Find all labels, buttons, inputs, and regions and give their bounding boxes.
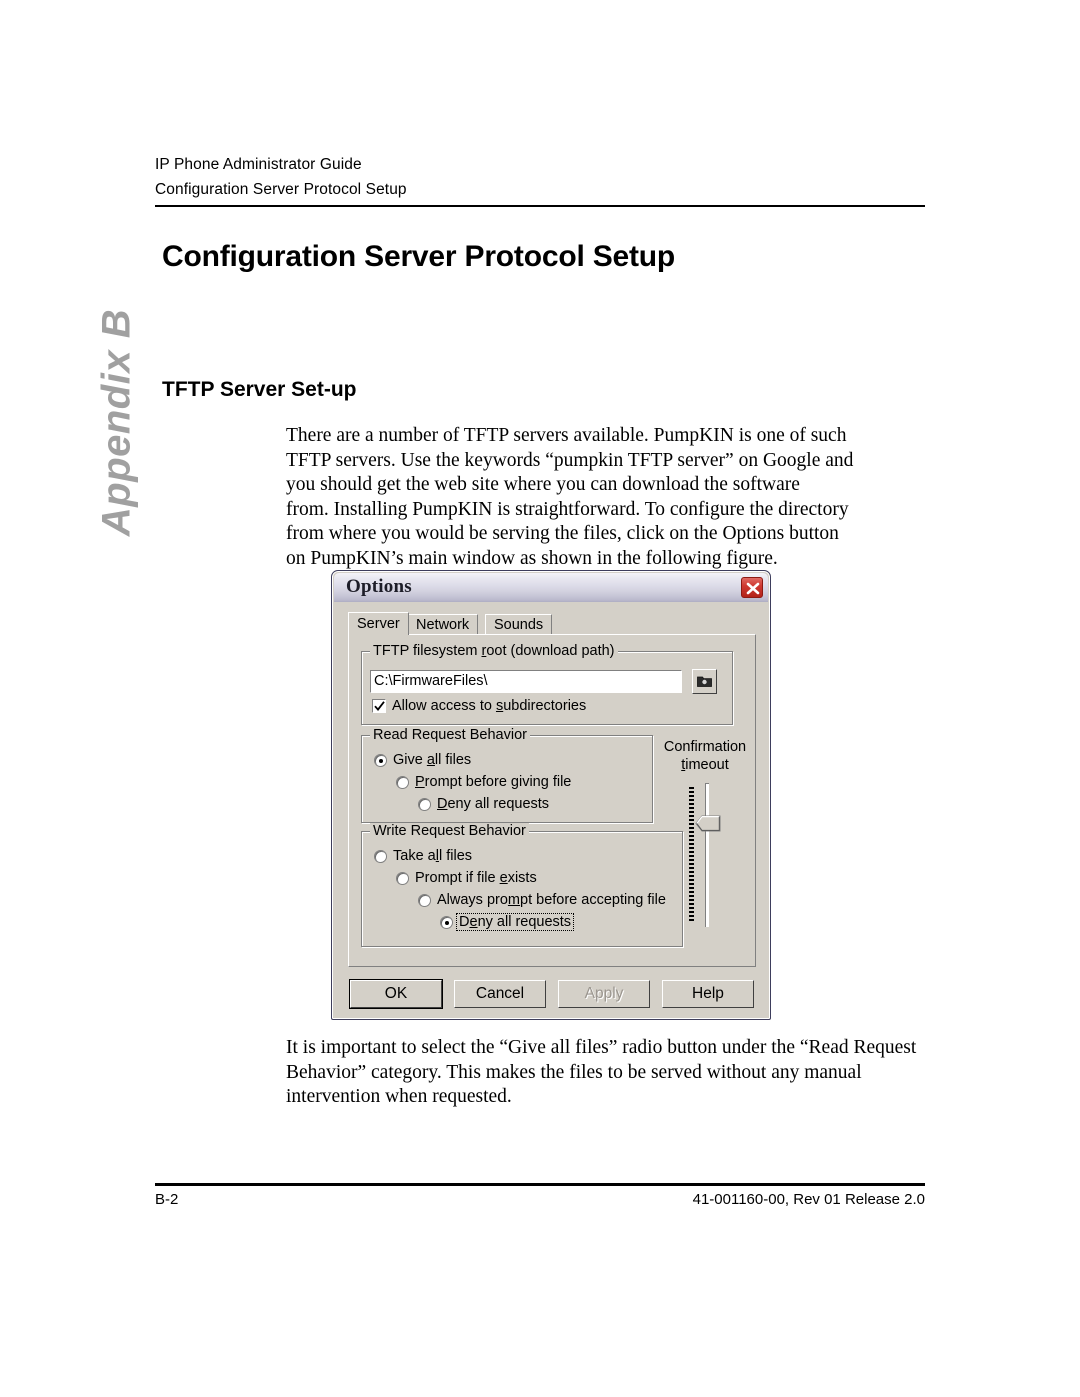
label-accel: e <box>469 914 478 930</box>
section-heading: TFTP Server Set-up <box>162 378 357 401</box>
slider-ticks <box>689 787 694 922</box>
footer-rule <box>155 1183 925 1186</box>
paragraph-line: on PumpKIN’s main window as shown in the… <box>286 547 778 569</box>
running-header-line-2: Configuration Server Protocol Setup <box>155 181 407 198</box>
label-accel: e <box>499 870 508 886</box>
close-icon[interactable] <box>741 577 763 598</box>
dialog-titlebar[interactable]: Options <box>334 573 768 602</box>
checkmark-icon <box>374 701 385 712</box>
read-request-behavior-group: Read Request Behavior Give all files Pro… <box>361 727 653 823</box>
slider-thumb[interactable] <box>695 815 721 832</box>
label-accel: a <box>426 752 435 768</box>
paragraph-line: intervention when requested. <box>286 1086 512 1108</box>
write-request-legend: Write Request Behavior <box>370 823 529 839</box>
label-post: ll files <box>434 752 472 768</box>
radio-label: Prompt before giving file <box>415 774 571 790</box>
timeout-label-line-2: timeout <box>659 756 751 774</box>
header-rule <box>155 205 925 207</box>
folder-browse-icon[interactable] <box>692 669 717 694</box>
outro-paragraph: It is important to select the “Give all … <box>286 1036 926 1110</box>
document-page: IP Phone Administrator Guide Configurati… <box>0 0 1080 1397</box>
tabstrip: Server Network Sounds <box>348 612 756 635</box>
label-accel: D <box>437 796 448 812</box>
label-post: eny all requests <box>447 796 550 812</box>
legend-pre: TFTP filesystem <box>373 643 482 659</box>
dialog-button-row: OK Cancel Apply Help <box>348 980 756 1010</box>
cancel-button[interactable]: Cancel <box>454 980 546 1008</box>
paragraph-line: from where you would be serving the file… <box>286 523 839 545</box>
label-pre: Always pro <box>437 892 508 908</box>
paragraph-line: TFTP servers. Use the keywords “pumpkin … <box>286 449 854 471</box>
tftp-root-legend: TFTP filesystem root (download path) <box>370 643 618 659</box>
label-pre: D <box>459 914 470 930</box>
allow-subdirectories-checkbox[interactable] <box>372 699 386 713</box>
allow-subdirectories-label: Allow access to subdirectories <box>392 698 586 714</box>
radio-indicator[interactable] <box>440 916 453 929</box>
dialog-body: Server Network Sounds TFTP filesystem ro… <box>334 602 768 1017</box>
label-pre: Prompt if file <box>415 870 500 886</box>
options-dialog: Options Server Network Sounds TFTP files… <box>331 570 771 1020</box>
tab-sounds[interactable]: Sounds <box>485 614 553 634</box>
close-x-glyph <box>746 582 760 595</box>
radio-indicator[interactable] <box>418 798 431 811</box>
label-pre: Give <box>393 752 427 768</box>
appendix-marker: Appendix B <box>94 308 139 537</box>
server-tab-panel: TFTP filesystem root (download path) C:\… <box>348 634 756 967</box>
running-header-line-1: IP Phone Administrator Guide <box>155 156 362 173</box>
label-post: ubdirectories <box>503 698 587 714</box>
confirmation-timeout-slider[interactable] <box>687 783 723 929</box>
label-post: pt before accepting file <box>520 892 666 908</box>
label-post: ny all requests <box>477 914 572 930</box>
radio-indicator[interactable] <box>374 850 387 863</box>
radio-label: Prompt if file exists <box>415 870 537 886</box>
tftp-root-group: TFTP filesystem root (download path) C:\… <box>361 643 733 725</box>
paragraph-line: There are a number of TFTP servers avail… <box>286 425 847 446</box>
document-revision: 41-001160-00, Rev 01 Release 2.0 <box>692 1191 925 1208</box>
paragraph-line: It is important to select the “Give all … <box>286 1037 917 1058</box>
page-title: Configuration Server Protocol Setup <box>162 240 676 273</box>
label-post: xists <box>507 870 537 886</box>
apply-button: Apply <box>558 980 650 1008</box>
tftp-root-path-input[interactable]: C:\FirmwareFiles\ <box>370 670 682 693</box>
ok-button[interactable]: OK <box>350 980 442 1008</box>
radio-indicator[interactable] <box>374 754 387 767</box>
write-request-behavior-group: Write Request Behavior Take all files Pr… <box>361 823 683 947</box>
paragraph-line: you should get the web site where you ca… <box>286 474 800 496</box>
intro-paragraph: There are a number of TFTP servers avail… <box>286 424 886 572</box>
tab-network[interactable]: Network <box>407 614 479 634</box>
radio-indicator[interactable] <box>418 894 431 907</box>
confirmation-timeout-label: Confirmation timeout <box>659 738 751 774</box>
tab-server[interactable]: Server <box>348 612 409 635</box>
label-post: l files <box>438 848 473 864</box>
radio-indicator[interactable] <box>396 776 409 789</box>
legend-post: oot (download path) <box>486 643 615 659</box>
radio-label: Deny all requests <box>437 796 549 812</box>
radio-label: Take all files <box>393 848 472 864</box>
running-header: IP Phone Administrator Guide Configurati… <box>155 152 407 202</box>
label-accel: m <box>507 892 521 908</box>
radio-label: Deny all requests <box>455 913 575 931</box>
label-post: imeout <box>685 757 729 773</box>
radio-indicator[interactable] <box>396 872 409 885</box>
page-number: B-2 <box>155 1191 179 1208</box>
slider-track[interactable] <box>705 783 709 927</box>
folder-browse-glyph <box>697 676 712 687</box>
label-pre: Allow access to <box>392 698 496 714</box>
label-post: rompt before giving file <box>424 774 572 790</box>
label-pre: Take a <box>393 848 436 864</box>
read-request-legend: Read Request Behavior <box>370 727 530 743</box>
paragraph-line: from. Installing PumpKIN is straightforw… <box>286 498 849 520</box>
timeout-label-line-1: Confirmation <box>663 739 747 755</box>
dialog-title: Options <box>346 576 412 597</box>
radio-label: Always prompt before accepting file <box>437 892 666 908</box>
label-accel: P <box>415 774 425 790</box>
paragraph-line: Behavior” category. This makes the files… <box>286 1061 862 1083</box>
help-button[interactable]: Help <box>662 980 754 1008</box>
radio-label: Give all files <box>393 752 471 768</box>
